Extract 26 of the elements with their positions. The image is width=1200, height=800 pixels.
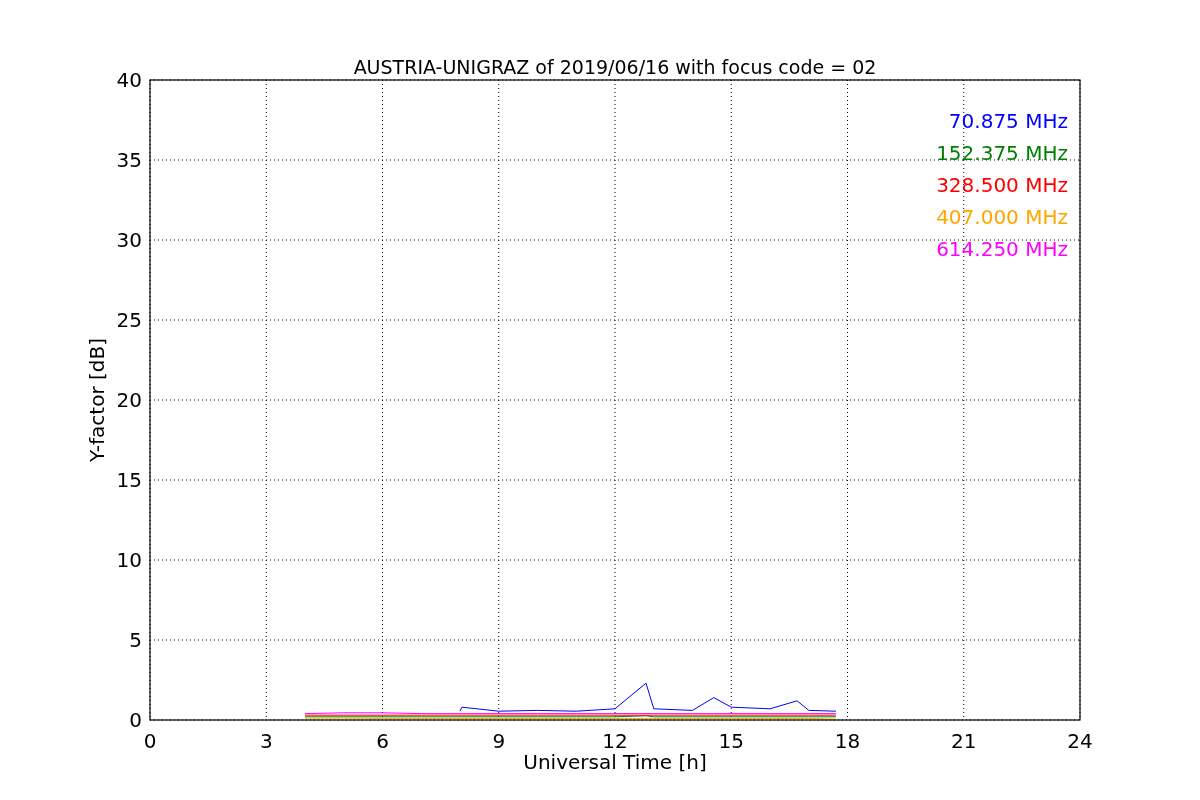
x-tick-label: 18 <box>834 729 861 753</box>
legend-label: 70.875 MHz <box>948 109 1068 133</box>
x-tick-label: 0 <box>143 729 157 753</box>
legend-label: 614.250 MHz <box>936 237 1068 261</box>
chart-title: AUSTRIA-UNIGRAZ of 2019/06/16 with focus code = 02 <box>353 56 877 78</box>
x-tick-label: 3 <box>259 729 273 753</box>
y-tick-label: 20 <box>116 388 142 412</box>
x-tick-label: 9 <box>492 729 506 753</box>
x-tick-label: 6 <box>376 729 389 753</box>
legend-label: 407.000 MHz <box>936 205 1068 229</box>
legend-label: 328.500 MHz <box>936 173 1068 197</box>
y-tick-label: 30 <box>116 228 142 252</box>
y-axis-label: Y-factor [dB] <box>85 338 109 462</box>
x-axis-label: Universal Time [h] <box>523 750 707 774</box>
y-tick-label: 15 <box>116 468 142 492</box>
y-tick-label: 0 <box>129 708 142 732</box>
x-tick-label: 15 <box>718 729 744 753</box>
x-tick-label: 12 <box>602 729 628 753</box>
y-tick-label: 5 <box>129 628 142 652</box>
x-tick-label: 21 <box>951 729 977 753</box>
y-tick-label: 10 <box>116 548 142 572</box>
y-tick-label: 25 <box>116 308 142 332</box>
legend-label: 152.375 MHz <box>936 141 1068 165</box>
x-tick-label: 24 <box>1067 729 1093 753</box>
y-tick-label: 40 <box>116 68 142 92</box>
y-tick-label: 35 <box>116 148 142 172</box>
